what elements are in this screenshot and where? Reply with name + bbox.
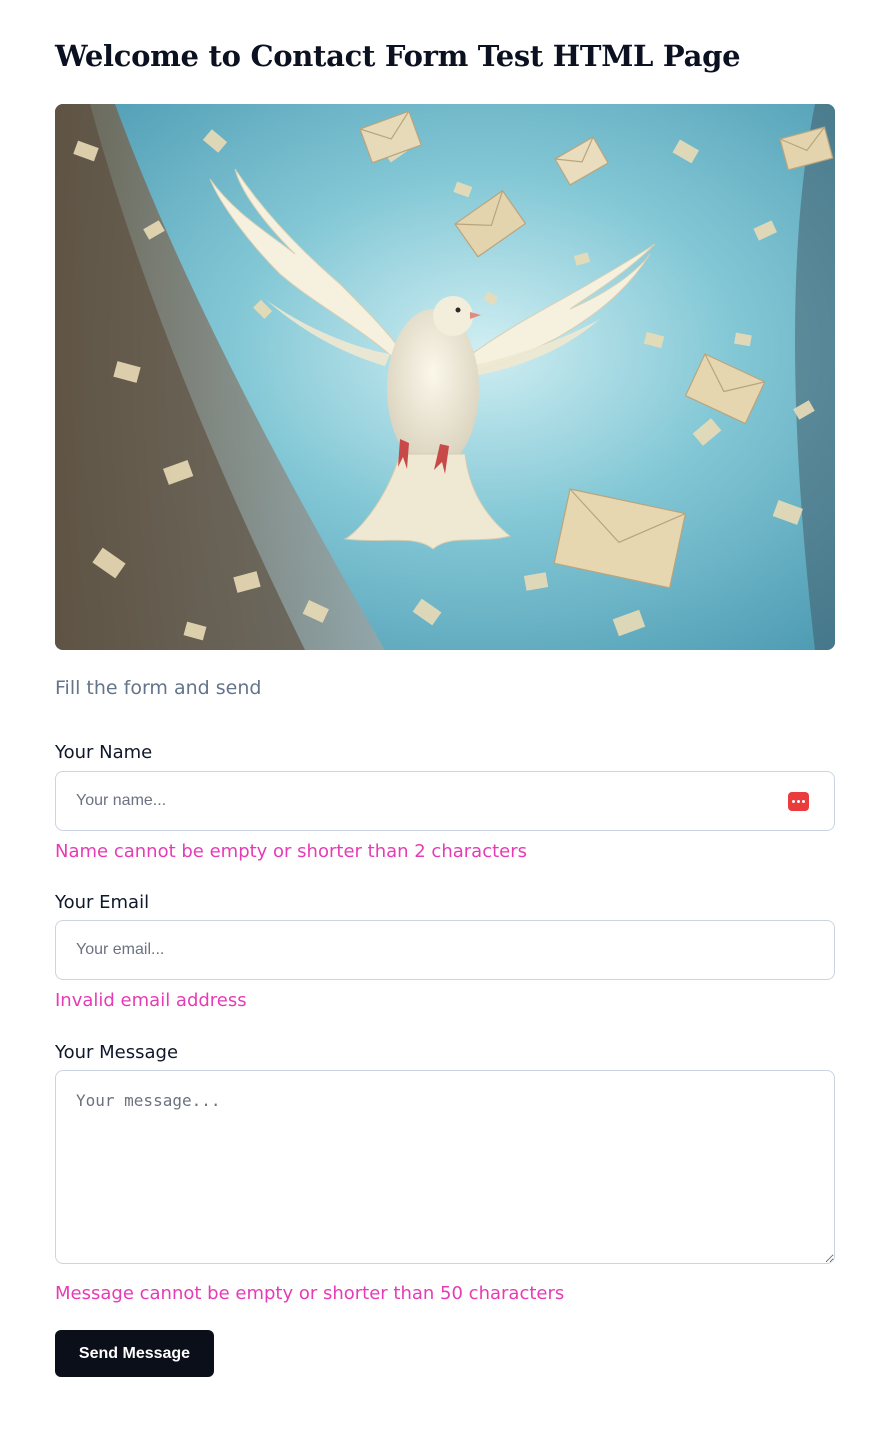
name-input[interactable] [56, 772, 834, 830]
message-field-container [55, 1070, 835, 1264]
email-error: Invalid email address [55, 990, 247, 1011]
dove-with-envelopes-image [55, 104, 835, 650]
name-label: Your Name [55, 742, 153, 763]
hero-image [55, 104, 835, 650]
form-subtitle: Fill the form and send [55, 677, 262, 699]
send-message-button[interactable]: Send Message [55, 1330, 214, 1377]
message-error: Message cannot be empty or shorter than … [55, 1283, 565, 1304]
password-manager-icon[interactable] [788, 792, 809, 811]
email-label: Your Email [55, 892, 150, 913]
name-field-container [55, 771, 835, 831]
message-textarea[interactable] [56, 1071, 834, 1263]
name-error: Name cannot be empty or shorter than 2 c… [55, 841, 528, 862]
page-title: Welcome to Contact Form Test HTML Page [55, 39, 741, 73]
email-input[interactable] [56, 921, 834, 979]
email-field-container [55, 920, 835, 980]
message-label: Your Message [55, 1042, 179, 1063]
